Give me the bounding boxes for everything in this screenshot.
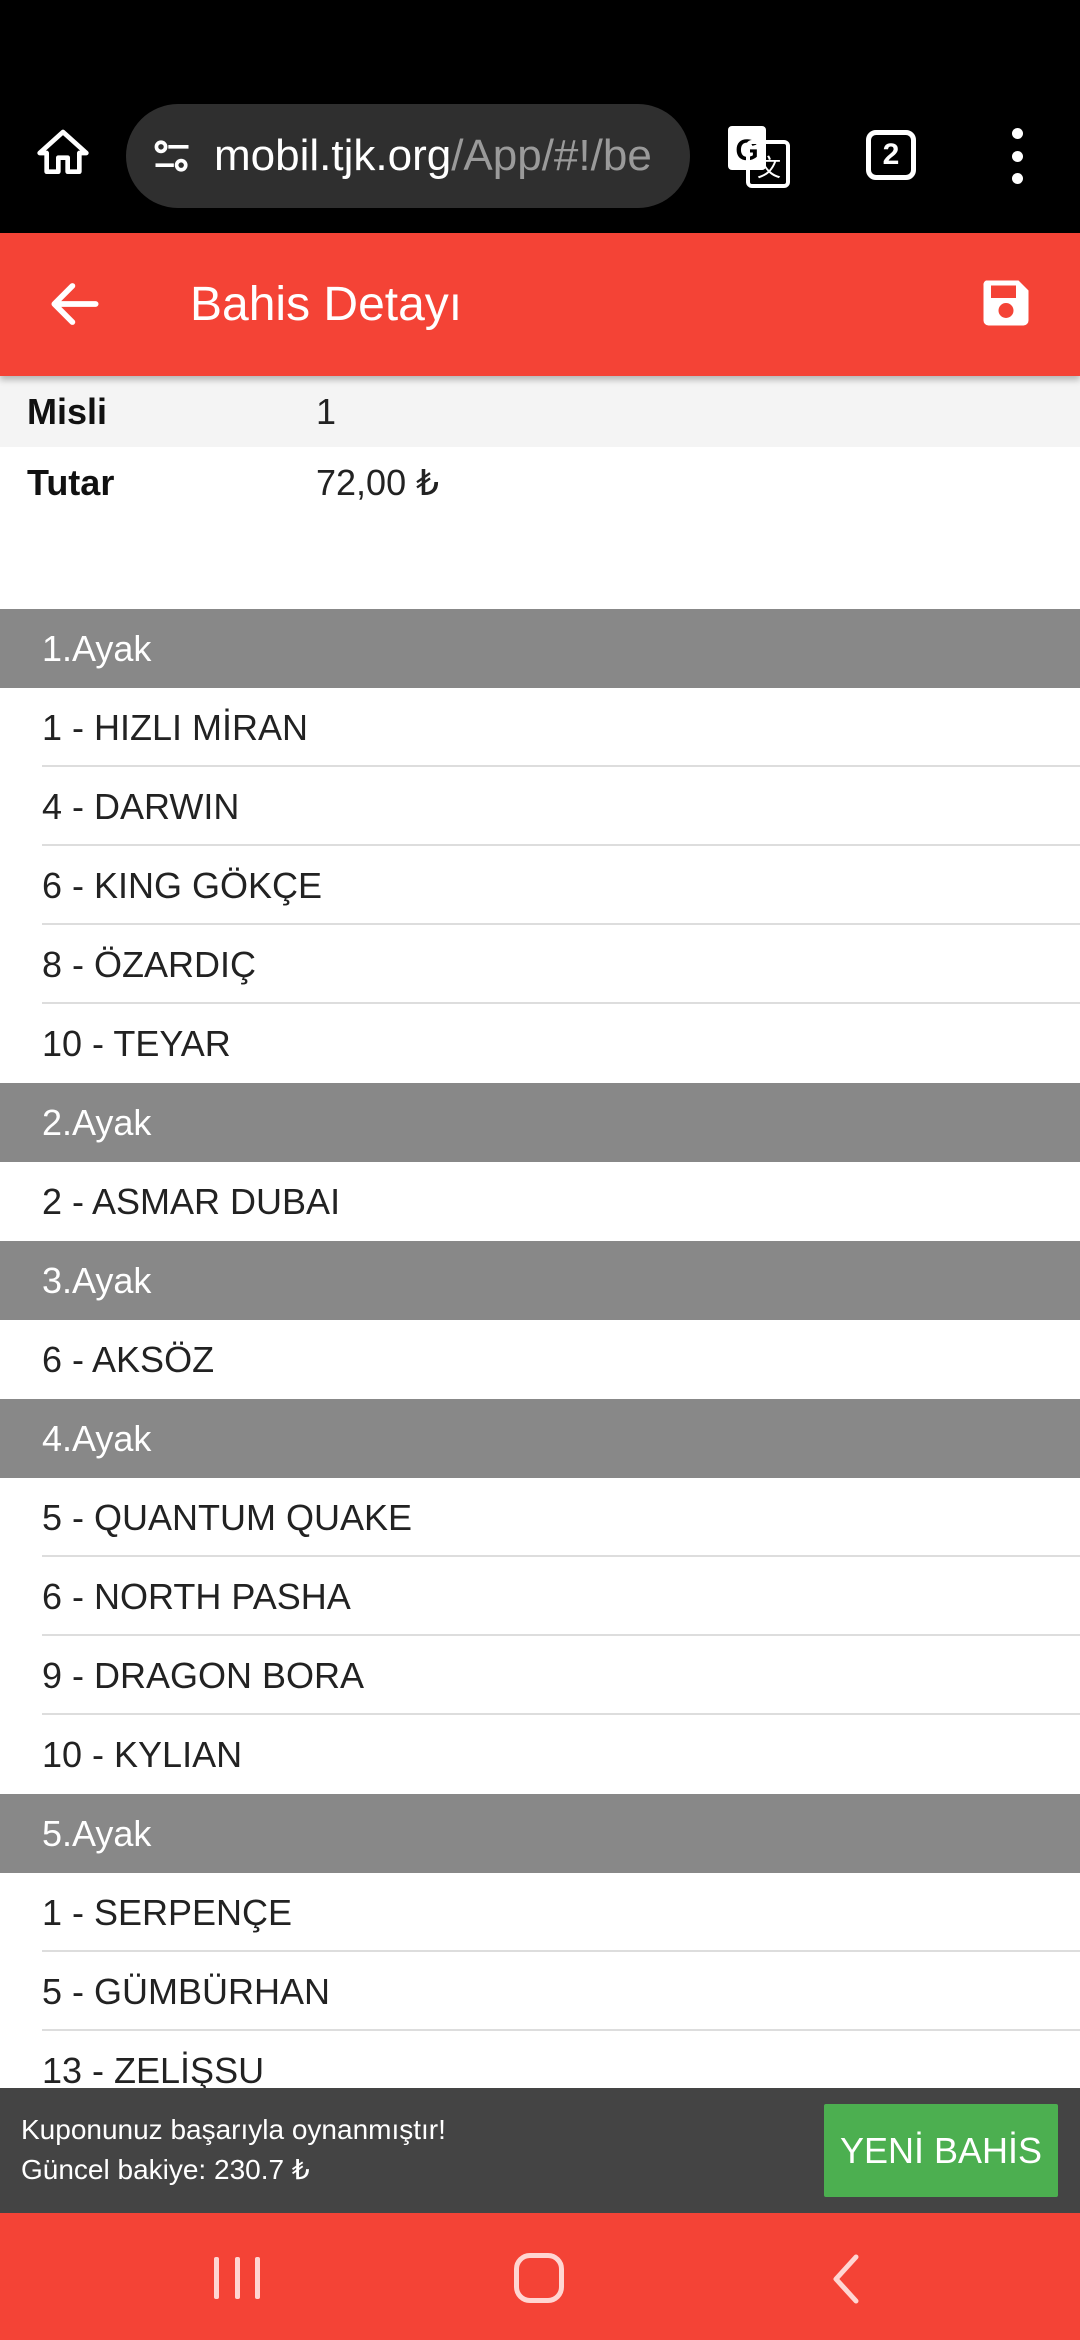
leg-header: 4.Ayak <box>0 1399 1080 1478</box>
list-item: 5 - GÜMBÜRHAN <box>42 1952 1080 2031</box>
success-snackbar: Kuponunuz başarıyla oynanmıştır! Güncel … <box>0 2088 1080 2213</box>
summary-row-tutar: Tutar 72,00 ₺ <box>0 447 1080 518</box>
list-item: 10 - KYLIAN <box>42 1734 243 1775</box>
list-item: 1 - SERPENÇE <box>42 1873 1080 1952</box>
list-item: 8 - ÖZARDIÇ <box>42 925 1080 1004</box>
leg-header: 3.Ayak <box>0 1241 1080 1320</box>
back-arrow-icon[interactable] <box>44 273 106 335</box>
home-icon[interactable] <box>30 120 96 186</box>
leg-header: 1.Ayak <box>0 609 1080 688</box>
address-bar[interactable]: mobil.tjk.org/App/#!/be <box>126 104 690 208</box>
bet-summary: Misli 1 Tutar 72,00 ₺ <box>0 376 1080 518</box>
url-path: /App/#!/be <box>451 131 652 180</box>
svg-text:文: 文 <box>757 154 781 182</box>
url-text: mobil.tjk.org/App/#!/be <box>214 131 652 181</box>
summary-label: Tutar <box>27 461 115 503</box>
snackbar-line-1: Kuponunuz başarıyla oynanmıştır! <box>21 2114 446 2145</box>
summary-row-misli: Misli 1 <box>0 376 1080 447</box>
leg-header: 2.Ayak <box>0 1083 1080 1162</box>
snackbar-line-2: Güncel bakiye: 230.7 ₺ <box>21 2154 310 2185</box>
legs-list: 1.Ayak 1 - HIZLI MİRAN 4 - DARWIN 6 - KI… <box>0 609 1080 2110</box>
list-item: 5 - QUANTUM QUAKE <box>42 1478 1080 1557</box>
list-item: 1 - HIZLI MİRAN <box>42 688 1080 767</box>
url-host: mobil.tjk.org <box>214 131 452 180</box>
save-icon[interactable] <box>976 273 1036 333</box>
list-item: 9 - DRAGON BORA <box>42 1636 1080 1715</box>
list-item: 10 - TEYAR <box>42 1023 231 1064</box>
system-nav-bar <box>0 2213 1080 2340</box>
summary-value: 1 <box>316 390 337 432</box>
list-item: 6 - KING GÖKÇE <box>42 846 1080 925</box>
snackbar-message: Kuponunuz başarıyla oynanmıştır! Güncel … <box>21 2110 446 2190</box>
list-item: 2 - ASMAR DUBAI <box>42 1181 341 1222</box>
app-header: Bahis Detayı <box>0 233 1080 376</box>
recent-apps-icon[interactable] <box>214 2257 260 2299</box>
list-item: 6 - NORTH PASHA <box>42 1557 1080 1636</box>
new-bet-button[interactable]: YENİ BAHİS <box>824 2104 1058 2197</box>
list-item: 6 - AKSÖZ <box>42 1339 215 1380</box>
list-item: 4 - DARWIN <box>42 767 1080 846</box>
summary-value: 72,00 ₺ <box>316 461 439 503</box>
home-circle-icon[interactable] <box>514 2253 564 2303</box>
leg-header: 5.Ayak <box>0 1794 1080 1873</box>
summary-label: Misli <box>27 390 108 432</box>
tabs-icon[interactable]: 2 <box>866 130 916 180</box>
browser-toolbar: mobil.tjk.org/App/#!/be G 文 2 <box>0 0 1080 233</box>
translate-icon[interactable]: G 文 <box>726 124 790 188</box>
more-vert-icon[interactable] <box>1000 124 1034 188</box>
site-settings-icon[interactable] <box>148 132 196 180</box>
back-chevron-icon[interactable] <box>826 2253 866 2305</box>
page-title: Bahis Detayı <box>190 278 463 331</box>
